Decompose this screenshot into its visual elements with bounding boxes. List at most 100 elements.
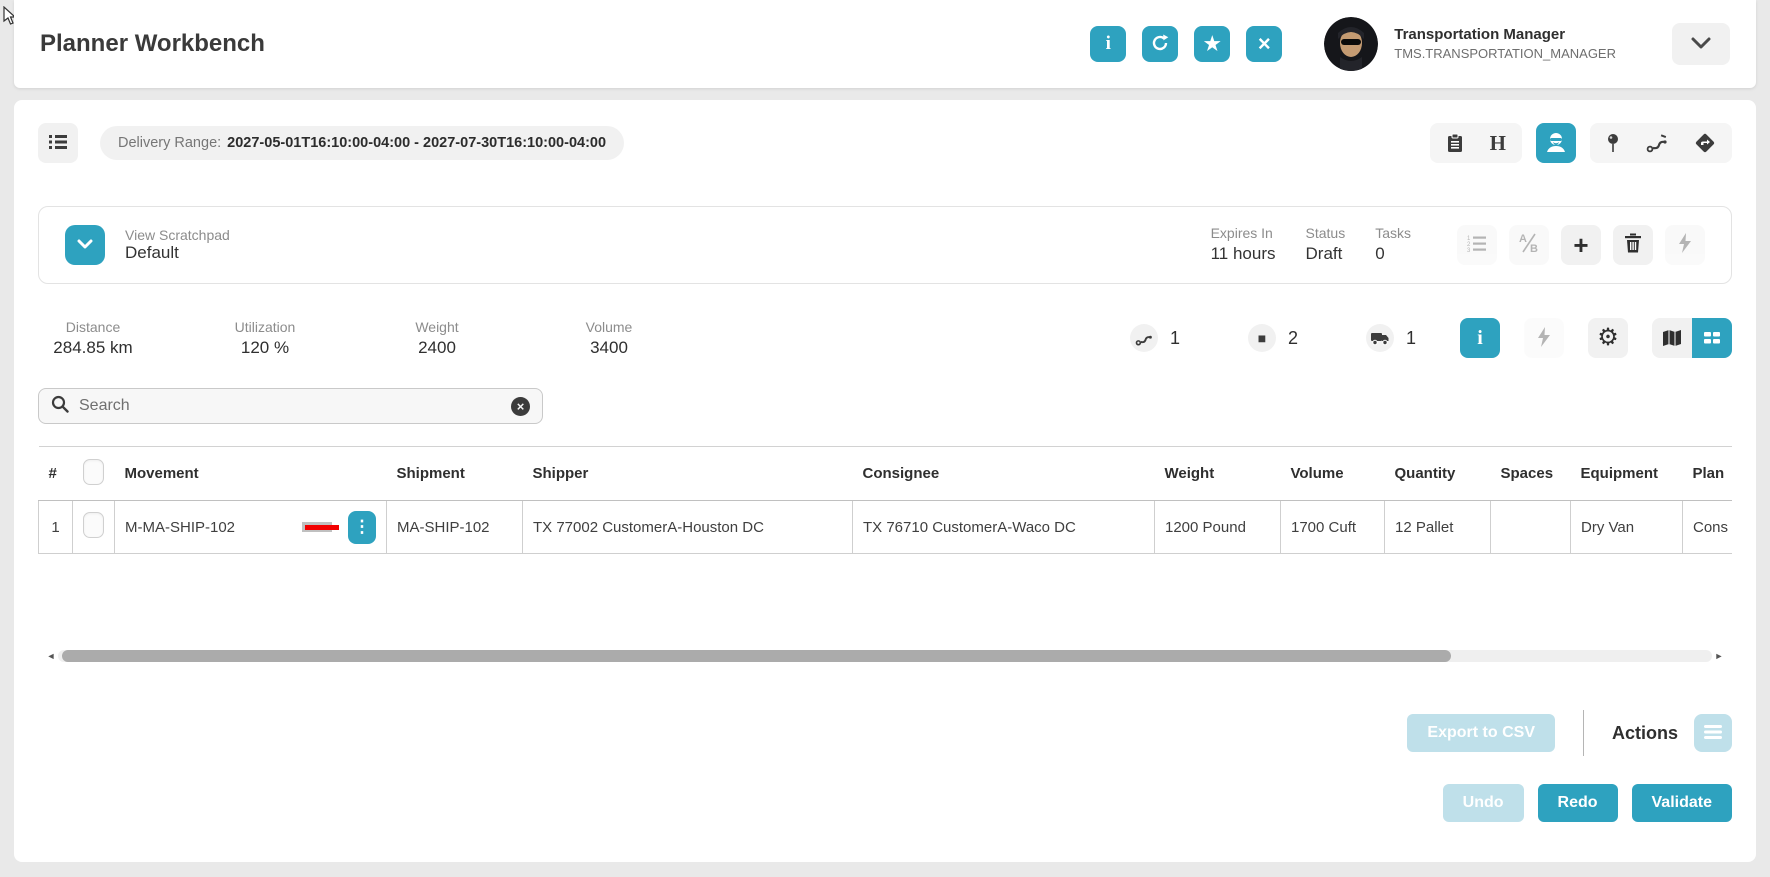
col-shipment[interactable]: Shipment <box>386 446 523 501</box>
col-equipment[interactable]: Equipment <box>1570 446 1683 501</box>
spaces-cell <box>1490 500 1571 554</box>
col-quantity[interactable]: Quantity <box>1384 446 1491 501</box>
stop-icon: ■ <box>1247 324 1276 352</box>
clear-icon: × <box>516 398 525 414</box>
expires-label: Expires In <box>1210 225 1273 242</box>
select-all-checkbox[interactable] <box>82 458 104 485</box>
hamburger-icon <box>1703 724 1723 743</box>
volume-value: 3400 <box>590 337 628 357</box>
navigation-sign-icon <box>1695 133 1715 153</box>
info-button[interactable]: i <box>1090 26 1127 62</box>
movement-cell: M-MA-SHIP-102 ⋮ <box>114 500 387 554</box>
close-button[interactable]: × <box>1246 26 1283 62</box>
scratchpad-bar: View Scratchpad Default Expires In 11 ho… <box>38 206 1732 284</box>
col-volume[interactable]: Volume <box>1280 446 1385 501</box>
add-button[interactable]: + <box>1561 224 1601 265</box>
chevron-down-icon <box>77 238 93 253</box>
bulleted-list-icon <box>47 132 69 155</box>
search-bar: × <box>38 388 543 424</box>
row-menu-button[interactable]: ⋮ <box>348 510 376 544</box>
numbered-list-button[interactable]: 123 <box>1457 224 1497 265</box>
h-icon: H <box>1489 130 1506 155</box>
shipment-cell: MA-SHIP-102 <box>386 500 523 554</box>
numbered-list-icon: 123 <box>1466 233 1488 256</box>
distance-stat: Distance 284.85 km <box>38 319 148 358</box>
close-icon: × <box>1257 31 1271 56</box>
favorite-button[interactable]: ★ <box>1194 26 1231 62</box>
weight-value: 2400 <box>418 337 456 357</box>
optimize-button[interactable] <box>1524 318 1564 358</box>
refresh-button[interactable] <box>1142 26 1179 62</box>
scratchpad-label: View Scratchpad <box>125 227 230 243</box>
hold-view-button[interactable]: H <box>1490 131 1506 156</box>
details-button[interactable]: i <box>1460 318 1500 358</box>
col-spaces[interactable]: Spaces <box>1490 446 1571 501</box>
scroll-right-arrow[interactable]: ► <box>1712 651 1726 661</box>
delivery-range-pill[interactable]: Delivery Range: 2027-05-01T16:10:00-04:0… <box>100 126 625 160</box>
user-menu-button[interactable] <box>1672 23 1730 65</box>
view-mode-group: H <box>1429 123 1522 163</box>
actions-menu-button[interactable] <box>1694 714 1732 752</box>
route-icon <box>1129 324 1158 352</box>
info-icon: i <box>1477 326 1483 349</box>
gear-icon: ⚙ <box>1597 324 1619 351</box>
trash-icon <box>1624 233 1642 256</box>
scrollbar-thumb[interactable] <box>62 650 1452 662</box>
compare-button[interactable]: AB <box>1509 224 1549 265</box>
map-pin-icon <box>1608 134 1618 152</box>
tasks-value: 0 <box>1375 243 1385 263</box>
distance-value: 284.85 km <box>53 337 133 357</box>
search-icon <box>51 395 69 418</box>
delete-button[interactable] <box>1613 224 1653 265</box>
settings-button[interactable]: ⚙ <box>1588 318 1628 358</box>
search-clear-button[interactable]: × <box>511 396 530 416</box>
movement-id[interactable]: M-MA-SHIP-102 <box>125 519 235 536</box>
status-label: Status <box>1305 225 1346 242</box>
col-consignee[interactable]: Consignee <box>852 446 1155 501</box>
search-input[interactable] <box>79 397 511 415</box>
agent-view-button[interactable] <box>1536 123 1576 163</box>
col-shipper[interactable]: Shipper <box>522 446 853 501</box>
table-row[interactable]: 1 M-MA-SHIP-102 ⋮ MA-SHIP-102 TX 77002 C… <box>38 500 1732 554</box>
avatar[interactable] <box>1324 17 1379 71</box>
export-csv-button[interactable]: Export to CSV <box>1407 714 1555 752</box>
undo-button[interactable]: Undo <box>1442 784 1524 822</box>
ellipsis-icon: ⋮ <box>353 517 371 536</box>
trucks-count: 1 <box>1405 327 1416 348</box>
route-icon <box>1646 134 1667 153</box>
col-weight[interactable]: Weight <box>1154 446 1281 501</box>
manifest-button[interactable] <box>1446 133 1464 153</box>
user-name: Transportation Manager <box>1394 26 1566 44</box>
map-view-toggle[interactable] <box>1652 318 1692 358</box>
lightning-icon <box>1537 326 1551 350</box>
scroll-left-arrow[interactable]: ◄ <box>44 651 58 661</box>
validate-button[interactable]: Validate <box>1631 784 1732 822</box>
execute-button[interactable] <box>1665 224 1705 265</box>
row-checkbox[interactable] <box>83 512 104 538</box>
col-movement[interactable]: Movement <box>114 446 387 501</box>
routes-counter[interactable]: 1 <box>1129 324 1180 352</box>
truck-icon <box>1365 324 1394 352</box>
scrollbar-track[interactable] <box>58 650 1712 662</box>
agent-icon <box>1544 130 1568 157</box>
col-plan[interactable]: Plan <box>1682 446 1732 501</box>
list-view-button[interactable] <box>38 123 78 163</box>
volume-stat: Volume 3400 <box>554 319 664 358</box>
route-button[interactable] <box>1646 133 1668 153</box>
svg-text:B: B <box>1530 243 1538 254</box>
stops-counter[interactable]: ■ 2 <box>1247 324 1298 352</box>
scratchpad-expand-button[interactable] <box>65 225 105 265</box>
pin-button[interactable] <box>1606 133 1620 153</box>
lightning-icon <box>1678 233 1692 256</box>
planner-panel: Delivery Range: 2027-05-01T16:10:00-04:0… <box>14 100 1756 862</box>
navigation-button[interactable] <box>1694 132 1716 154</box>
view-toggle <box>1652 318 1732 358</box>
map-tools-group <box>1590 123 1732 163</box>
trucks-counter[interactable]: 1 <box>1365 324 1416 352</box>
capacity-bar-icon <box>302 520 340 534</box>
shipper-cell: TX 77002 CustomerA-Houston DC <box>522 500 853 554</box>
refresh-icon <box>1150 33 1170 56</box>
redo-button[interactable]: Redo <box>1537 784 1618 822</box>
status-stat: Status Draft <box>1306 224 1346 266</box>
table-view-toggle[interactable] <box>1692 318 1732 358</box>
